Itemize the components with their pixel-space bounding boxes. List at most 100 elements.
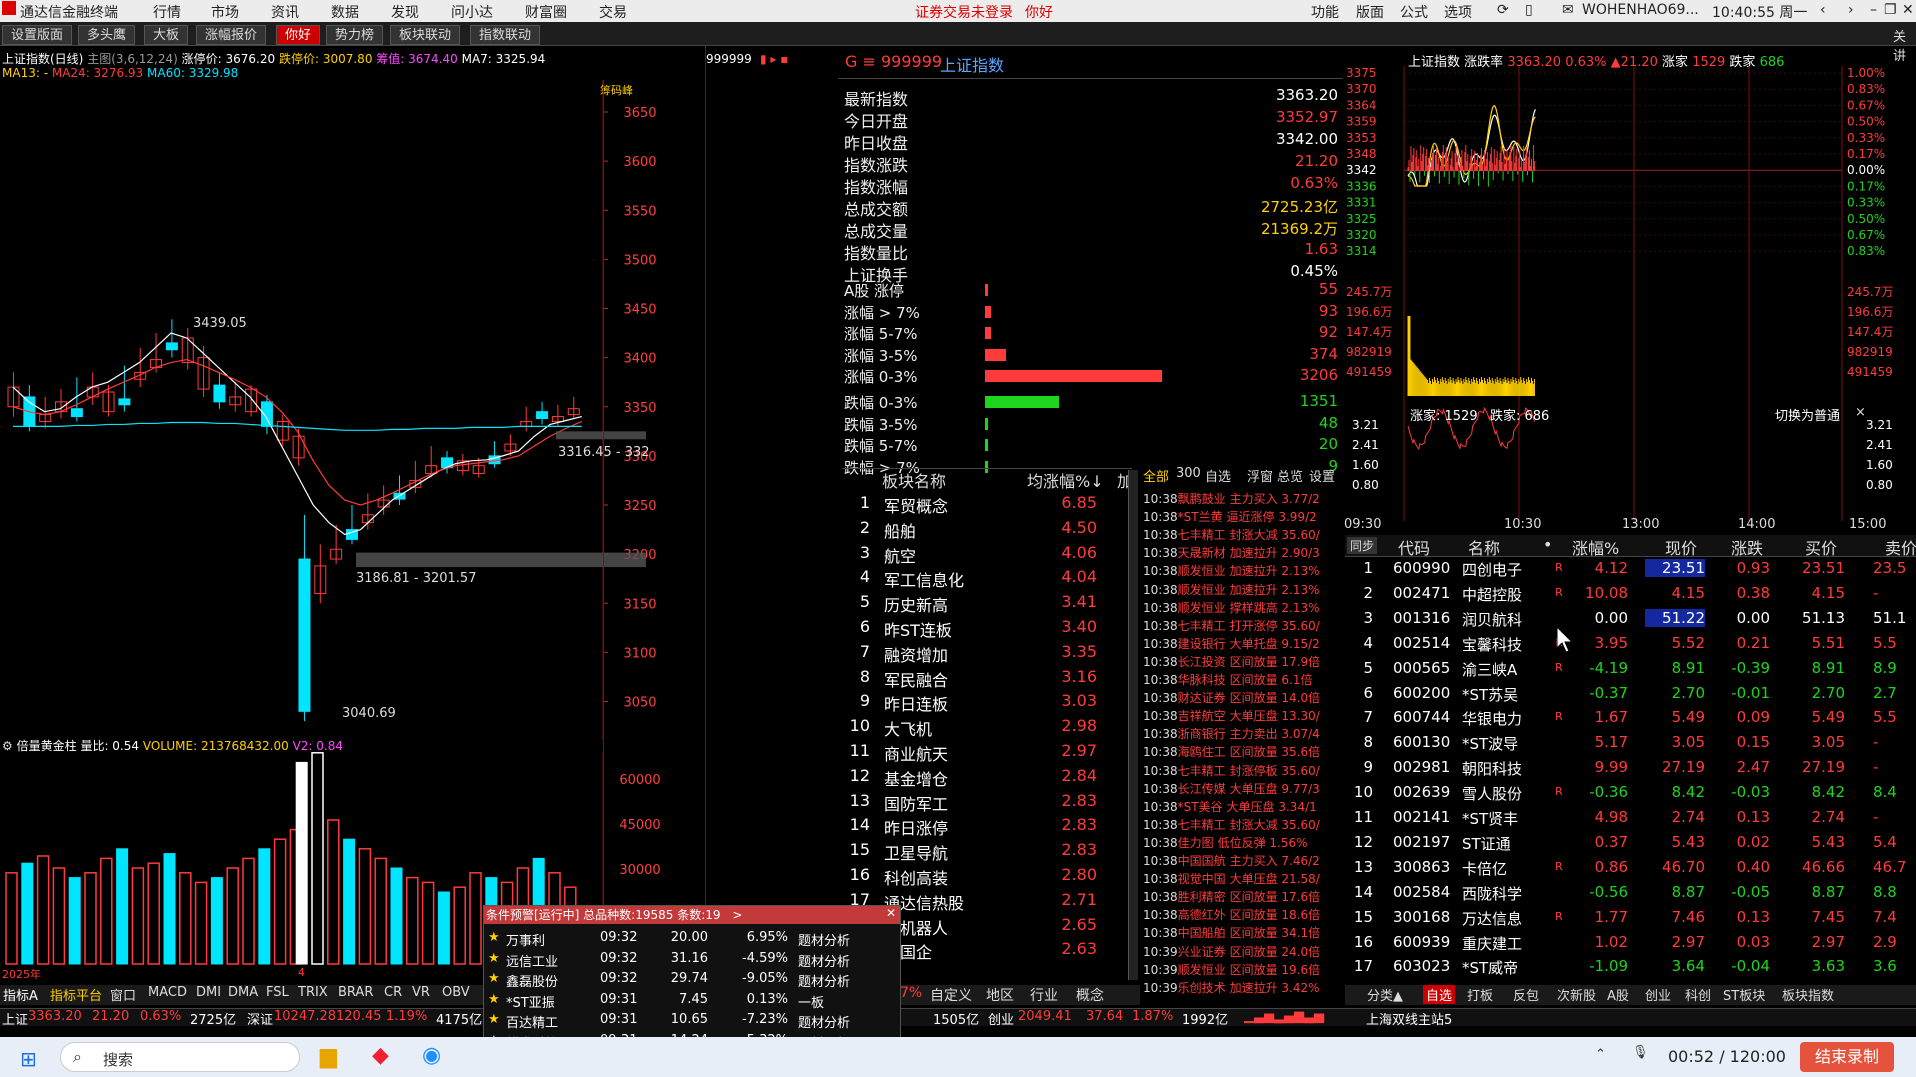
tick-row[interactable]: 10:38视觉中国 大单压盘 21.58/ <box>1143 870 1320 887</box>
indicator-tab-cr[interactable]: CR <box>384 985 402 1000</box>
col-price[interactable]: 现价 <box>1665 535 1697 559</box>
menu-data[interactable]: 数据 <box>331 2 359 22</box>
col-ask[interactable]: 卖价 <box>1885 535 1916 559</box>
menu-function[interactable]: 功能 <box>1311 2 1339 22</box>
sector-row[interactable]: 16 科创高装 2.80 <box>842 865 1132 890</box>
ticks-tab-float[interactable]: 浮窗 <box>1247 466 1273 485</box>
sector-row[interactable]: 7 融资增加 3.35 <box>842 642 1132 667</box>
sector-row[interactable]: 3 航空 4.06 <box>842 543 1132 568</box>
tick-row[interactable]: 10:38高德红外 区间放量 18.6倍 <box>1143 906 1320 923</box>
tab-bull[interactable]: 多头鹰 <box>78 25 136 45</box>
tick-row[interactable]: 10:38建设银行 大单托盘 9.15/2 <box>1143 635 1320 652</box>
sector-col-name[interactable]: 板块名称 <box>882 468 946 492</box>
stock-tab[interactable]: 创业 <box>1645 985 1671 1004</box>
sector-row[interactable]: 5 历史新高 3.41 <box>842 592 1132 617</box>
ticks-tab-overview[interactable]: 总览 <box>1277 466 1303 485</box>
mail-icon[interactable]: ✉ <box>1562 2 1574 18</box>
sector-row[interactable]: 6 昨ST连板 3.40 <box>842 617 1132 642</box>
stock-row[interactable]: 14 002584 西陇科学 -0.56 8.87 -0.05 8.87 8.8 <box>1345 883 1916 908</box>
alert-row[interactable]: ★ 百达精工 09:31 10.65 -7.23% 题材分析 <box>488 1012 898 1031</box>
stock-tab[interactable]: 次新股 <box>1557 985 1596 1004</box>
back-icon[interactable]: ‹ <box>1820 2 1826 18</box>
alert-more-arrow[interactable]: > <box>732 908 742 922</box>
tick-row[interactable]: 10:39顺发恒业 区间放量 19.6倍 <box>1143 961 1320 978</box>
stock-tab[interactable]: 分类▲ <box>1367 985 1403 1004</box>
tick-row[interactable]: 10:38七丰精工 封涨大减 35.60/ <box>1143 816 1320 833</box>
menu-discover[interactable]: 发现 <box>391 2 419 22</box>
stock-tab[interactable]: 科创 <box>1685 985 1711 1004</box>
tabs-right[interactable]: 关讲 <box>1893 26 1916 64</box>
stock-row[interactable]: 6 600200 *ST苏吴 -0.37 2.70 -0.01 2.70 2.7 <box>1345 684 1916 709</box>
tick-row[interactable]: 10:38*ST兰黄 逼近涨停 3.99/2 <box>1143 508 1317 525</box>
tab-power[interactable]: 势力榜 <box>326 25 384 45</box>
end-recording-button[interactable]: 结束录制 <box>1800 1042 1894 1072</box>
tab-hello[interactable]: 你好 <box>276 25 321 45</box>
sector-col-pct[interactable]: 均涨幅%↓ <box>1027 468 1104 492</box>
alert-row[interactable]: ★ 远信工业 09:32 31.16 -4.59% 题材分析 <box>488 951 898 970</box>
stock-row[interactable]: 5 000565 渝三峡A R -4.19 8.91 -0.39 8.91 8.9 <box>1345 659 1916 684</box>
browser-icon[interactable]: ◉ <box>422 1043 441 1068</box>
col-chg[interactable]: 涨跌 <box>1731 535 1763 559</box>
ticks-tab-all[interactable]: 全部 <box>1143 466 1169 485</box>
sector-tab-concept[interactable]: 概念 <box>1076 985 1104 1005</box>
indicator-tab-fsl[interactable]: FSL <box>266 985 289 1000</box>
top-code[interactable]: 999999 <box>706 52 752 66</box>
tab-board[interactable]: 大板 <box>144 25 189 45</box>
tray-up-icon[interactable]: ⌃ <box>1595 1047 1606 1062</box>
tick-row[interactable]: 10:38佳力图 低位反弹 1.56% <box>1143 834 1308 851</box>
status-server[interactable]: 上海双线主站5 <box>1366 1009 1452 1028</box>
tab-settings[interactable]: 设置版面 <box>2 25 73 45</box>
stock-row[interactable]: 17 603023 *ST威帝 -1.09 3.64 -0.04 3.63 3.6 <box>1345 957 1916 982</box>
taskbar-search[interactable]: ⌕ 搜索 <box>60 1042 300 1072</box>
alert-title-bar[interactable]: 条件预警[运行中] 总品种数:19585 条数:19 > ✕ <box>484 906 900 924</box>
settings-icon[interactable]: ⚙ <box>2 739 13 753</box>
tick-row[interactable]: 10:38长江传媒 大单压盘 9.77/3 <box>1143 780 1320 797</box>
menu-trade[interactable]: 交易 <box>599 2 627 22</box>
stock-row[interactable]: 10 002639 雪人股份 R -0.36 8.42 -0.03 8.42 8.4 <box>1345 783 1916 808</box>
tick-row[interactable]: 10:38七丰精工 封涨大减 35.60/ <box>1143 526 1320 543</box>
tick-row[interactable]: 10:38飘鹏鼓业 主力买入 3.77/2 <box>1143 490 1320 507</box>
toolbar-icons[interactable]: ▮ ▸ ▪ <box>760 52 788 66</box>
ticks-tab-fav[interactable]: 自选 <box>1205 466 1231 485</box>
sector-row[interactable]: 12 基金增仓 2.84 <box>842 766 1132 791</box>
indicator-tab-dmi[interactable]: DMI <box>196 985 221 1000</box>
tick-row[interactable]: 10:38海鸥住工 区间放量 35.6倍 <box>1143 743 1320 760</box>
menu-ask[interactable]: 问小达 <box>451 2 493 22</box>
tick-row[interactable]: 10:38中国国航 主力买入 7.46/2 <box>1143 852 1320 869</box>
tick-row[interactable]: 10:38七丰精工 封涨停板 35.60/ <box>1143 762 1320 779</box>
status-cy[interactable]: 2049.41 <box>1018 1009 1072 1024</box>
stock-tab[interactable]: 自选 <box>1423 985 1456 1004</box>
stock-row[interactable]: 15 300168 万达信息 R 1.77 7.46 0.13 7.45 7.4 <box>1345 908 1916 933</box>
indicator-tab-platform[interactable]: 指标平台 <box>50 985 102 1004</box>
stock-row[interactable]: 3 001316 润贝航科 0.00 51.22 0.00 51.13 51.1 <box>1345 608 1916 634</box>
indicator-tab-brar[interactable]: BRAR <box>338 985 373 1000</box>
tab-index-link[interactable]: 指数联动 <box>470 25 541 45</box>
status-sh[interactable]: 3363.20 <box>28 1009 82 1024</box>
sector-row[interactable]: 15 卫星导航 2.83 <box>842 840 1132 865</box>
indicator-tab-a[interactable]: 指标A <box>3 985 38 1004</box>
menu-layout[interactable]: 版面 <box>1356 2 1384 22</box>
status-sz[interactable]: 10247.28 <box>274 1009 336 1024</box>
indicator-tab-macd[interactable]: MACD <box>148 985 187 1000</box>
login-notice[interactable]: 证券交易未登录 <box>915 2 1013 22</box>
windows-start-icon[interactable]: ⊞ <box>20 1047 42 1071</box>
sector-row[interactable]: 2 船舶 4.50 <box>842 518 1132 543</box>
stock-tab[interactable]: 板块指数 <box>1782 985 1834 1004</box>
sector-tab-pct[interactable]: 7% <box>900 985 922 1001</box>
switch-normal-button[interactable]: 切换为普通 <box>1775 405 1840 424</box>
tick-row[interactable]: 10:38顺发恒业 加速拉升 2.13% <box>1143 562 1320 579</box>
index-name[interactable]: 上证指数 <box>940 52 1004 76</box>
menu-news[interactable]: 资讯 <box>271 2 299 22</box>
stock-tab[interactable]: A股 <box>1607 985 1629 1004</box>
close-switch-icon[interactable]: × <box>1855 405 1866 420</box>
sector-row[interactable]: 9 昨日连板 3.03 <box>842 691 1132 716</box>
menu-formula[interactable]: 公式 <box>1400 2 1428 22</box>
tick-row[interactable]: 10:38吉祥航空 大单压盘 13.30/ <box>1143 707 1320 724</box>
tick-row[interactable]: 10:38浙商银行 主力卖出 3.07/4 <box>1143 725 1320 742</box>
close-icon[interactable]: ✕ <box>1902 2 1914 18</box>
sector-row[interactable]: 10 大飞机 2.98 <box>842 716 1132 741</box>
menu-market2[interactable]: 市场 <box>211 2 239 22</box>
tick-row[interactable]: 10:38中国船舶 区间放量 34.1倍 <box>1143 924 1320 941</box>
tick-row[interactable]: 10:38长江投资 区间放量 17.9倍 <box>1143 653 1320 670</box>
minimize-icon[interactable]: – <box>1870 2 1877 18</box>
